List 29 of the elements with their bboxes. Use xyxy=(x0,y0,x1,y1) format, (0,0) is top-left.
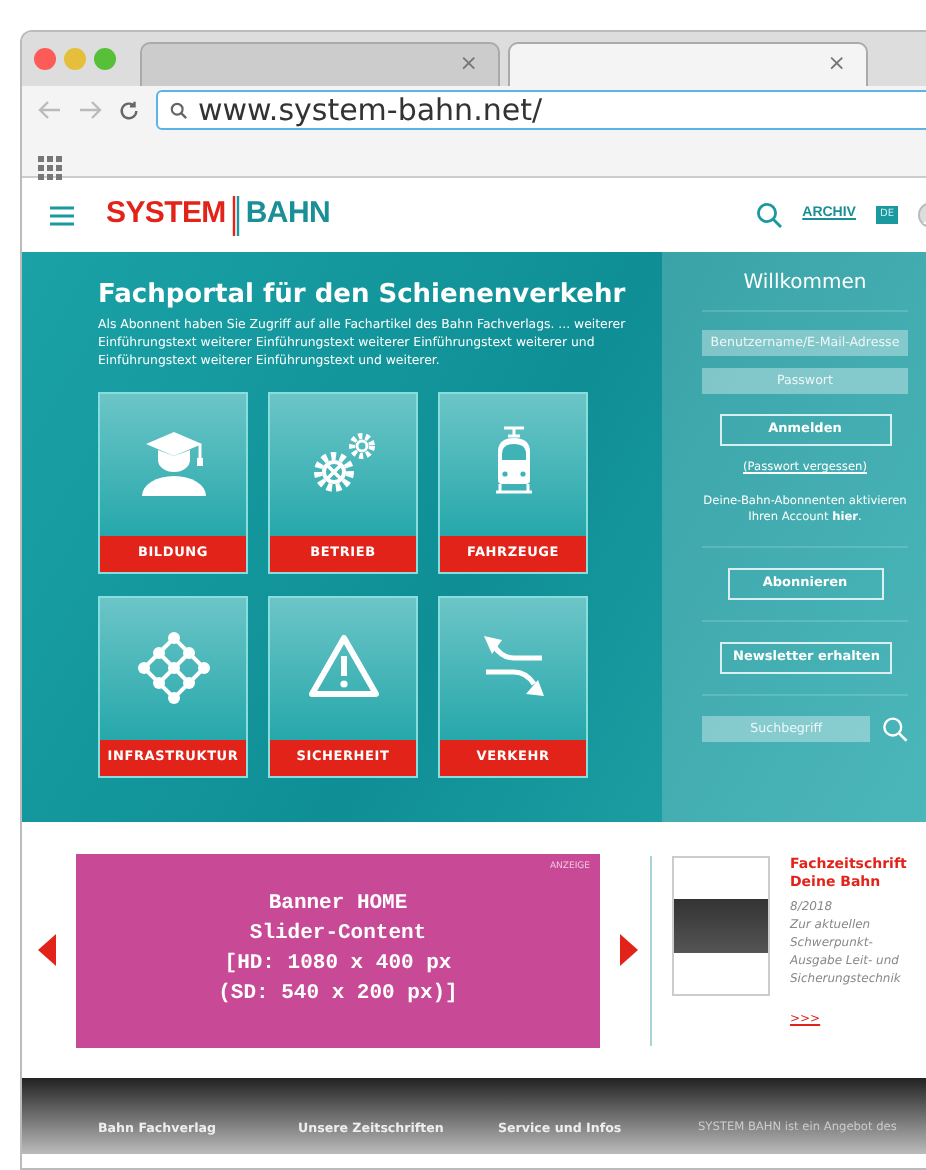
hero-title: Fachportal für den Schienenverkehr xyxy=(98,280,628,312)
close-tab-icon[interactable]: × xyxy=(459,48,478,82)
reload-icon[interactable] xyxy=(118,99,140,121)
apps-grid-icon[interactable] xyxy=(38,155,62,180)
forward-icon[interactable] xyxy=(78,100,102,120)
banner-text: (SD: 540 x 200 px)] xyxy=(216,980,460,1011)
logo-text[interactable]: SYSTEM xyxy=(106,192,226,238)
logo-divider-icon xyxy=(231,195,240,235)
search-icon xyxy=(170,101,188,119)
banner-text: [HD: 1080 x 400 px xyxy=(222,950,454,980)
logo-text[interactable]: BAHN xyxy=(245,192,331,238)
magazine-cover-thumbnail[interactable] xyxy=(672,855,770,995)
previous-arrow-icon[interactable] xyxy=(38,934,56,966)
url-text: www.system-bahn.net/ xyxy=(198,89,543,132)
close-tab-icon[interactable]: × xyxy=(827,48,846,82)
banner-text: Banner HOME xyxy=(266,889,410,920)
address-bar[interactable]: www.system-bahn.net/ xyxy=(156,90,926,130)
network-icon xyxy=(133,628,213,709)
browser-tab[interactable]: × xyxy=(140,42,500,86)
search-icon[interactable] xyxy=(882,716,908,743)
panel-title: Willkommen xyxy=(741,272,869,296)
banner-text: Slider-Content xyxy=(247,919,429,950)
browser-tab[interactable]: × xyxy=(508,42,868,86)
next-arrow-icon[interactable] xyxy=(620,934,638,966)
search-icon[interactable] xyxy=(756,202,783,228)
back-icon[interactable] xyxy=(38,100,62,120)
menu-icon[interactable] xyxy=(50,205,74,225)
close-window-icon[interactable] xyxy=(34,48,56,70)
maximize-window-icon[interactable] xyxy=(94,48,116,70)
